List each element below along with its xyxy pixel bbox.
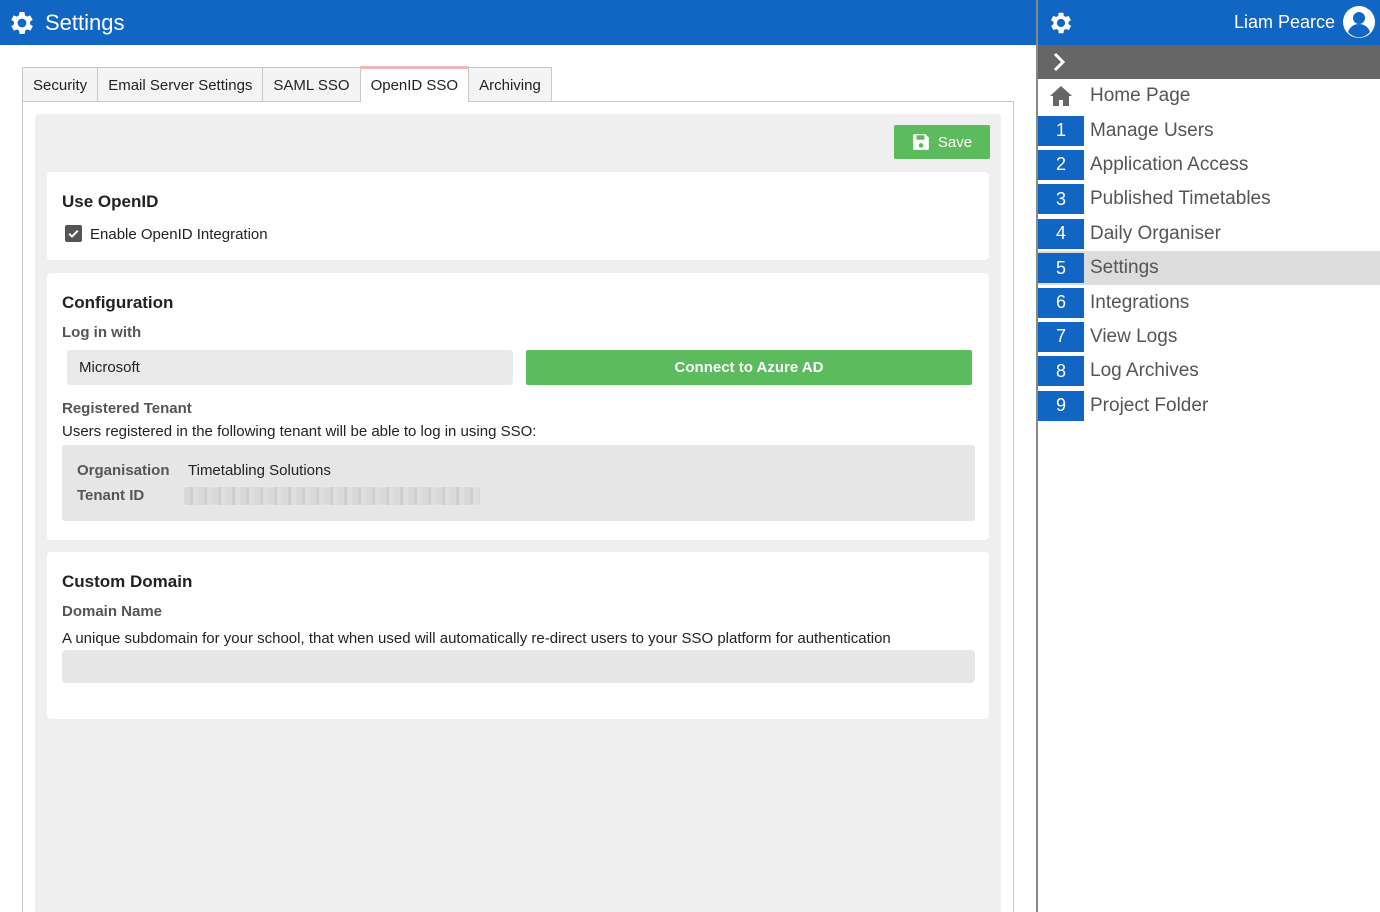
- domain-name-label: Domain Name: [62, 603, 163, 620]
- user-avatar-icon[interactable]: [1342, 5, 1376, 39]
- domain-name-description: A unique subdomain for your school, that…: [62, 630, 891, 647]
- tenant-id-label: Tenant ID: [77, 487, 145, 504]
- use-openid-title: Use OpenID: [62, 192, 159, 211]
- organisation-value: Timetabling Solutions: [188, 462, 331, 479]
- sidebar-header: Liam Pearce: [1038, 0, 1380, 45]
- tab-security[interactable]: Security: [22, 67, 99, 102]
- tab-archiving[interactable]: Archiving: [468, 67, 552, 102]
- settings-gear-icon[interactable]: [1047, 9, 1075, 37]
- openid-settings-panel: Save Use OpenID Enable OpenID Integratio…: [35, 114, 1001, 912]
- nav-number: 5: [1038, 253, 1084, 284]
- top-header: Settings: [0, 0, 1036, 45]
- chevron-right-icon: [1053, 52, 1066, 72]
- tab-saml-sso[interactable]: SAML SSO: [262, 67, 361, 102]
- custom-domain-title: Custom Domain: [62, 572, 193, 591]
- gear-icon: [7, 8, 37, 38]
- settings-tabs: Security Email Server Settings SAML SSO …: [22, 66, 552, 102]
- nav-item-home-page[interactable]: Home Page: [1038, 79, 1380, 113]
- organisation-label: Organisation: [77, 462, 170, 479]
- tenant-info-box: Organisation Timetabling Solutions Tenan…: [62, 445, 975, 521]
- nav-number: 8: [1038, 356, 1084, 387]
- nav-item-project-folder[interactable]: 9 Project Folder: [1038, 389, 1380, 423]
- page-title: Settings: [45, 9, 125, 35]
- configuration-title: Configuration: [62, 293, 174, 312]
- nav-number: 1: [1038, 115, 1084, 146]
- nav-item-published-timetables[interactable]: 3 Published Timetables: [1038, 182, 1380, 216]
- enable-openid-checkbox[interactable]: [65, 225, 82, 242]
- nav-label: Project Folder: [1090, 394, 1209, 416]
- registered-tenant-label: Registered Tenant: [62, 400, 192, 417]
- nav-label: Daily Organiser: [1090, 222, 1221, 244]
- user-name[interactable]: Liam Pearce: [1234, 12, 1335, 33]
- nav-label: Home Page: [1090, 85, 1191, 107]
- nav-number: 2: [1038, 149, 1084, 180]
- nav-number: 3: [1038, 184, 1084, 215]
- nav-label: Integrations: [1090, 291, 1190, 313]
- save-button[interactable]: Save: [894, 125, 990, 159]
- nav-item-log-archives[interactable]: 8 Log Archives: [1038, 354, 1380, 388]
- nav-number: 7: [1038, 321, 1084, 352]
- nav-item-daily-organiser[interactable]: 4 Daily Organiser: [1038, 217, 1380, 251]
- sidebar: Liam Pearce Home Page 1 Manage Users 2 A…: [1036, 0, 1380, 912]
- floppy-disk-icon: [913, 134, 929, 150]
- custom-domain-card: Custom Domain Domain Name A unique subdo…: [47, 552, 989, 719]
- tenant-id-value-redacted: [184, 487, 480, 505]
- nav-item-view-logs[interactable]: 7 View Logs: [1038, 320, 1380, 354]
- nav-item-application-access[interactable]: 2 Application Access: [1038, 148, 1380, 182]
- nav-number: 4: [1038, 218, 1084, 249]
- nav-item-manage-users[interactable]: 1 Manage Users: [1038, 113, 1380, 147]
- nav-label: Manage Users: [1090, 119, 1214, 141]
- registered-tenant-description: Users registered in the following tenant…: [62, 423, 537, 440]
- login-with-label: Log in with: [62, 324, 142, 341]
- login-provider-select[interactable]: Microsoft: [67, 350, 513, 385]
- connect-azure-ad-button[interactable]: Connect to Azure AD: [526, 350, 972, 385]
- use-openid-card: Use OpenID Enable OpenID Integration: [47, 172, 989, 260]
- nav-label: Application Access: [1090, 153, 1249, 175]
- checkmark-icon: [68, 229, 79, 238]
- tab-email-server-settings[interactable]: Email Server Settings: [97, 67, 264, 102]
- domain-name-input[interactable]: [62, 650, 975, 683]
- nav-number: 9: [1038, 390, 1084, 421]
- configuration-card: Configuration Log in with Microsoft Conn…: [47, 273, 989, 540]
- enable-openid-label[interactable]: Enable OpenID Integration: [90, 226, 268, 243]
- nav-number: 6: [1038, 287, 1084, 318]
- tab-panel: Save Use OpenID Enable OpenID Integratio…: [22, 101, 1014, 912]
- sidebar-collapse-toggle[interactable]: [1038, 45, 1380, 79]
- save-label: Save: [937, 133, 973, 151]
- home-icon: [1038, 81, 1084, 111]
- nav-label: Published Timetables: [1090, 188, 1271, 210]
- tab-openid-sso[interactable]: OpenID SSO: [359, 66, 470, 102]
- nav-item-integrations[interactable]: 6 Integrations: [1038, 285, 1380, 319]
- nav-label: View Logs: [1090, 325, 1178, 347]
- nav-label: Log Archives: [1090, 360, 1199, 382]
- nav-item-settings[interactable]: 5 Settings: [1038, 250, 1380, 286]
- nav-label: Settings: [1090, 257, 1159, 279]
